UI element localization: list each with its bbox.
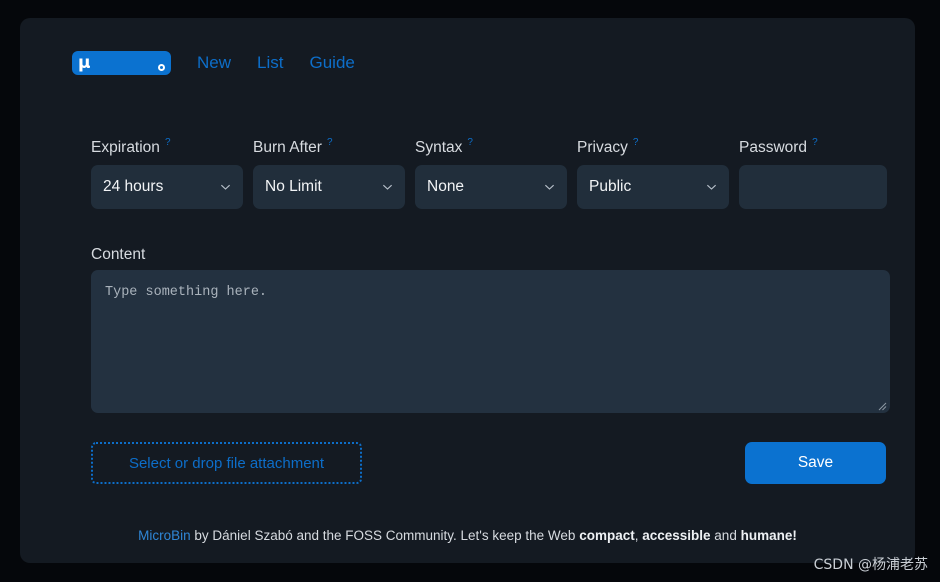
label-burn-after: Burn After ? (253, 138, 405, 156)
field-password: Password ? (739, 138, 887, 209)
field-syntax: Syntax ? None (415, 138, 567, 209)
label-burn-after-text: Burn After (253, 139, 322, 156)
chevron-down-icon (706, 181, 717, 192)
field-expiration: Expiration ? 24 hours (91, 138, 243, 209)
label-privacy: Privacy ? (577, 138, 729, 156)
label-privacy-text: Privacy (577, 139, 628, 156)
screenshot-root: μ New List Guide Expiration ? 24 hours B… (0, 0, 940, 582)
nav-link-list[interactable]: List (257, 53, 283, 73)
help-icon-expiration[interactable]: ? (165, 138, 171, 148)
label-expiration-text: Expiration (91, 139, 160, 156)
footer-bold-compact: compact (579, 528, 635, 543)
help-icon-burn-after[interactable]: ? (327, 138, 333, 148)
select-burn-after[interactable]: No Limit (253, 164, 405, 209)
label-password-text: Password (739, 139, 808, 156)
label-syntax-text: Syntax (415, 139, 463, 156)
help-icon-syntax[interactable]: ? (467, 138, 473, 148)
content-label: Content (91, 246, 146, 263)
select-burn-after-value: No Limit (265, 177, 322, 195)
chevron-down-icon (220, 181, 231, 192)
watermark: CSDN @杨浦老苏 (813, 557, 928, 573)
label-expiration: Expiration ? (91, 138, 243, 156)
content-textarea[interactable] (91, 270, 890, 413)
field-privacy: Privacy ? Public (577, 138, 729, 209)
file-attachment-dropzone-label: Select or drop file attachment (128, 454, 325, 472)
logo-mu-glyph: μ (78, 52, 91, 73)
save-button[interactable]: Save (745, 442, 886, 484)
help-icon-privacy[interactable]: ? (633, 138, 639, 148)
footer-text-3: and (710, 528, 741, 543)
footer: MicroBin by Dániel Szabó and the FOSS Co… (20, 528, 915, 543)
microbin-logo[interactable]: μ (72, 51, 171, 75)
file-attachment-dropzone[interactable]: Select or drop file attachment (91, 442, 362, 484)
main-card: μ New List Guide Expiration ? 24 hours B… (20, 18, 915, 563)
label-password: Password ? (739, 138, 887, 156)
select-expiration-value: 24 hours (103, 177, 164, 195)
footer-bold-accessible: accessible (642, 528, 711, 543)
label-syntax: Syntax ? (415, 138, 567, 156)
footer-bold-humane: humane! (740, 528, 797, 543)
select-privacy-value: Public (589, 177, 632, 195)
select-expiration[interactable]: 24 hours (91, 164, 243, 209)
chevron-down-icon (382, 181, 393, 192)
footer-link-microbin[interactable]: MicroBin (138, 528, 191, 543)
password-input[interactable] (739, 164, 887, 209)
footer-text-1: by Dániel Szabó and the FOSS Community. … (190, 528, 580, 543)
chevron-down-icon (544, 181, 555, 192)
help-icon-password[interactable]: ? (812, 138, 818, 148)
select-privacy[interactable]: Public (577, 164, 729, 209)
options-row: Expiration ? 24 hours Burn After ? No Li… (91, 138, 887, 209)
content-textarea-wrapper (91, 270, 890, 413)
field-burn-after: Burn After ? No Limit (253, 138, 405, 209)
select-syntax-value: None (427, 177, 465, 195)
nav-link-guide[interactable]: Guide (309, 53, 354, 73)
dot-icon (158, 64, 165, 71)
select-syntax[interactable]: None (415, 164, 567, 209)
nav-link-new[interactable]: New (197, 53, 231, 73)
top-navigation: μ New List Guide (72, 51, 355, 75)
